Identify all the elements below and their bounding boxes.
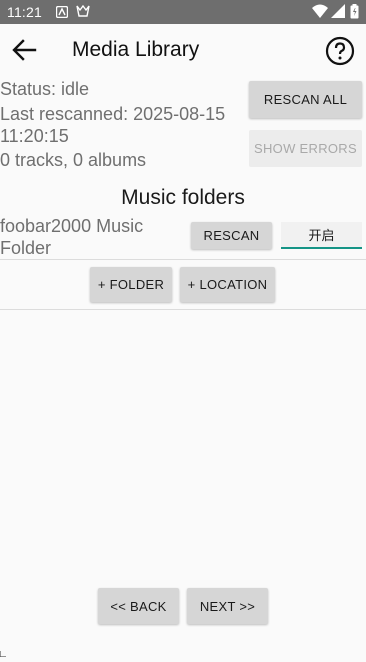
- notification-icon: [55, 5, 69, 23]
- status-time: 11:21: [7, 4, 42, 20]
- divider: [0, 259, 366, 260]
- add-folder-button[interactable]: + FOLDER: [90, 267, 172, 302]
- folder-mode-value: 开启: [308, 228, 335, 243]
- app-logo-icon: [76, 4, 90, 23]
- show-errors-button[interactable]: SHOW ERRORS: [249, 130, 362, 167]
- status-text: Status: idle: [0, 79, 90, 99]
- next-button[interactable]: NEXT >>: [187, 588, 268, 624]
- signal-icon: [331, 4, 345, 23]
- help-circle-icon[interactable]: [325, 36, 355, 66]
- counts-text: 0 tracks, 0 albums: [0, 150, 147, 170]
- section-title-music-folders: Music folders: [121, 186, 245, 209]
- app-bar: Media Library: [0, 24, 366, 76]
- battery-icon: [350, 4, 359, 24]
- last-rescanned-time: 11:20:15: [0, 126, 69, 146]
- folder-rescan-button[interactable]: RESCAN: [191, 222, 272, 249]
- wifi-icon: [312, 4, 328, 23]
- divider: [0, 309, 366, 310]
- folder-mode-dropdown[interactable]: 开启: [281, 222, 362, 249]
- last-rescanned-text: Last rescanned: 2025-08-15: [0, 104, 226, 124]
- add-location-button[interactable]: + LOCATION: [180, 267, 275, 302]
- arrow-back-icon[interactable]: [10, 36, 38, 64]
- corner-mark-icon: [0, 644, 6, 658]
- folder-name-line2: Folder: [0, 238, 52, 258]
- status-bar: 11:21: [0, 0, 366, 24]
- back-button[interactable]: << BACK: [98, 588, 179, 624]
- rescan-all-button[interactable]: RESCAN ALL: [249, 81, 362, 118]
- folder-name: foobar2000 Music: [0, 216, 144, 236]
- page-title: Media Library: [72, 38, 200, 61]
